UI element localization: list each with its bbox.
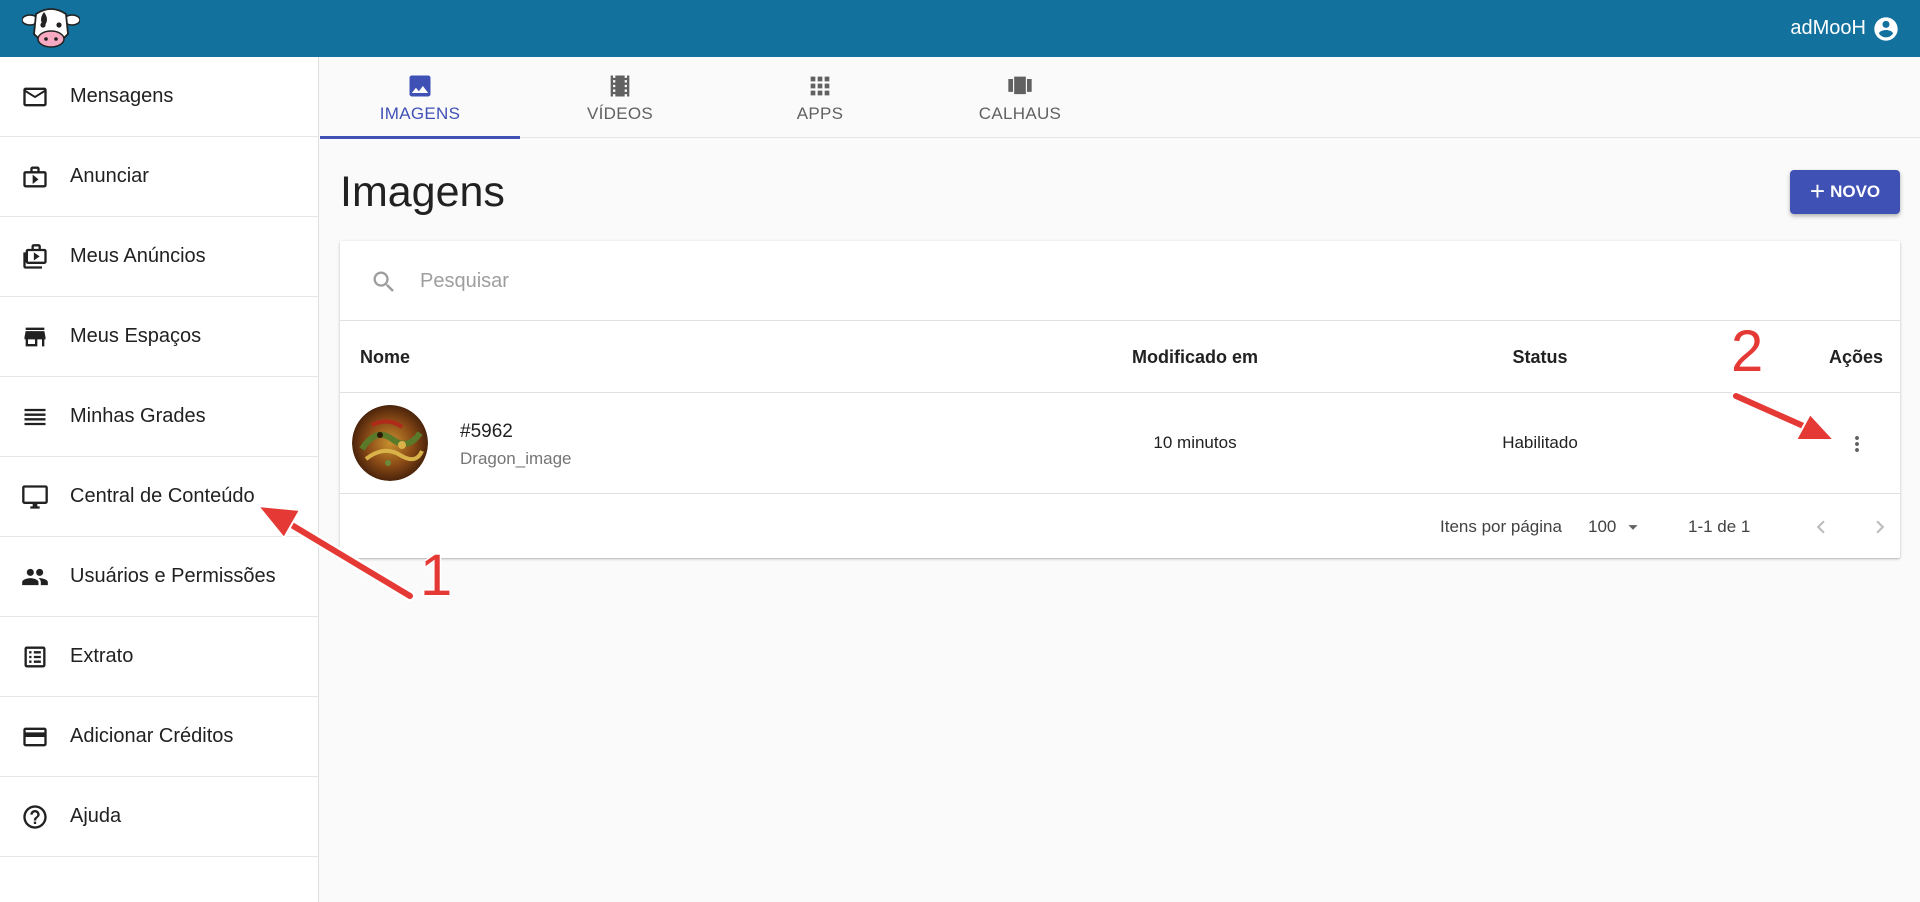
per-page-value: 100 [1588, 517, 1617, 536]
per-page-select[interactable]: 100 [1588, 516, 1644, 538]
image-id: #5962 [460, 421, 513, 442]
ads-library-icon [20, 242, 50, 272]
sidebar-item-extrato[interactable]: Extrato [0, 617, 318, 697]
image-name: Dragon_image [460, 449, 572, 468]
column-header-acoes: Ações [1829, 347, 1884, 367]
search-bar [340, 241, 1900, 321]
tab-videos[interactable]: VÍDEOS [520, 57, 720, 138]
sidebar-item-label: Usuários e Permissões [70, 565, 276, 587]
tab-label: IMAGENS [379, 103, 461, 123]
tab-label: VÍDEOS [586, 103, 654, 123]
briefcase-play-icon [20, 162, 50, 192]
tab-apps[interactable]: APPS [720, 57, 920, 138]
status-text: Habilitado [1502, 433, 1578, 452]
username-label: adMooH [1790, 17, 1866, 39]
next-page-button[interactable] [1865, 512, 1895, 542]
sidebar-item-label: Meus Espaços [70, 325, 202, 347]
column-header-nome[interactable]: Nome [360, 347, 410, 368]
sidebar-item-label: Anunciar [70, 165, 149, 187]
carousel-icon [1008, 76, 1032, 94]
sidebar-item-label: Meus Anúncios [70, 245, 206, 267]
tab-label: CALHAUS [978, 103, 1062, 123]
previous-page-button[interactable] [1806, 512, 1836, 542]
new-button-label: NOVO [1830, 182, 1881, 201]
annotation-number-1: 1 [418, 542, 453, 610]
sidebar-item-label: Central de Conteúdo [70, 485, 255, 507]
image-icon [409, 75, 431, 96]
sidebar-item-central-de-conteudo[interactable]: Central de Conteúdo [0, 457, 318, 537]
more-actions-button[interactable] [1840, 427, 1874, 461]
dropdown-arrow-icon [1628, 525, 1638, 530]
user-menu[interactable]: adMooH [1790, 0, 1900, 57]
chevron-left-icon [1816, 520, 1825, 534]
sidebar-item-ajuda[interactable]: Ajuda [0, 777, 318, 857]
sidebar-item-meus-espacos[interactable]: Meus Espaços [0, 297, 318, 377]
tab-calhaus[interactable]: CALHAUS [920, 57, 1120, 138]
sidebar-item-label: Adicionar Créditos [70, 725, 234, 747]
mail-icon [20, 82, 50, 112]
sidebar-item-anunciar[interactable]: Anunciar [0, 137, 318, 217]
account-circle-icon [1874, 16, 1898, 41]
modified-time: 10 minutos [1153, 433, 1237, 452]
sidebar-item-mensagens[interactable]: Mensagens [0, 57, 318, 137]
film-icon [610, 75, 630, 96]
per-page-label: Itens por página [1440, 517, 1562, 536]
new-button[interactable]: + NOVO [1790, 170, 1900, 214]
monitor-icon [20, 482, 50, 512]
table-row[interactable]: #5962 Dragon_image 10 minutos Habilitado [340, 393, 1900, 494]
search-icon [373, 271, 394, 292]
chevron-right-icon [1876, 520, 1885, 534]
people-icon [20, 562, 50, 592]
column-header-modificado-em[interactable]: Modificado em [1099, 347, 1291, 368]
apps-grid-icon [810, 76, 830, 95]
table-header: Nome Modificado em Status Ações [340, 321, 1900, 393]
page-range: 1-1 de 1 [1688, 517, 1751, 536]
store-icon [20, 322, 50, 352]
page-title: Imagens [340, 168, 505, 216]
table-pagination: Itens por página 100 1-1 de 1 [340, 494, 1900, 558]
sidebar-item-adicionar-creditos[interactable]: Adicionar Créditos [0, 697, 318, 777]
credit-card-icon [20, 722, 50, 752]
help-circle-icon [20, 802, 50, 832]
receipt-list-icon [20, 642, 50, 672]
annotation-number-2: 2 [1729, 318, 1764, 386]
tab-imagens[interactable]: IMAGENS [320, 57, 520, 139]
sidebar-item-label: Extrato [70, 645, 134, 667]
sidebar-item-label: Mensagens [70, 85, 174, 107]
images-table-card: Nome Modificado em Status Ações [340, 241, 1900, 558]
column-header-status[interactable]: Status [1460, 347, 1620, 368]
content-tabs: IMAGENS VÍDEOS APPS CALHAUS [320, 57, 1920, 139]
plus-icon: + [1809, 176, 1826, 206]
top-app-bar: adMooH [0, 0, 1920, 57]
list-lines-icon [20, 402, 50, 432]
search-input[interactable] [420, 263, 1020, 299]
cow-logo-icon[interactable] [21, 6, 81, 52]
sidebar-item-meus-anuncios[interactable]: Meus Anúncios [0, 217, 318, 297]
sidebar-item-usuarios-e-permissoes[interactable]: Usuários e Permissões [0, 537, 318, 617]
sidebar-item-label: Minhas Grades [70, 405, 206, 427]
tab-label: APPS [796, 103, 844, 123]
sidebar: Mensagens Anunciar Meus Anúncios Meus Es… [0, 57, 319, 902]
image-thumbnail[interactable] [352, 405, 428, 481]
more-vert-icon [1855, 436, 1859, 452]
sidebar-item-minhas-grades[interactable]: Minhas Grades [0, 377, 318, 457]
sidebar-item-label: Ajuda [70, 805, 122, 827]
